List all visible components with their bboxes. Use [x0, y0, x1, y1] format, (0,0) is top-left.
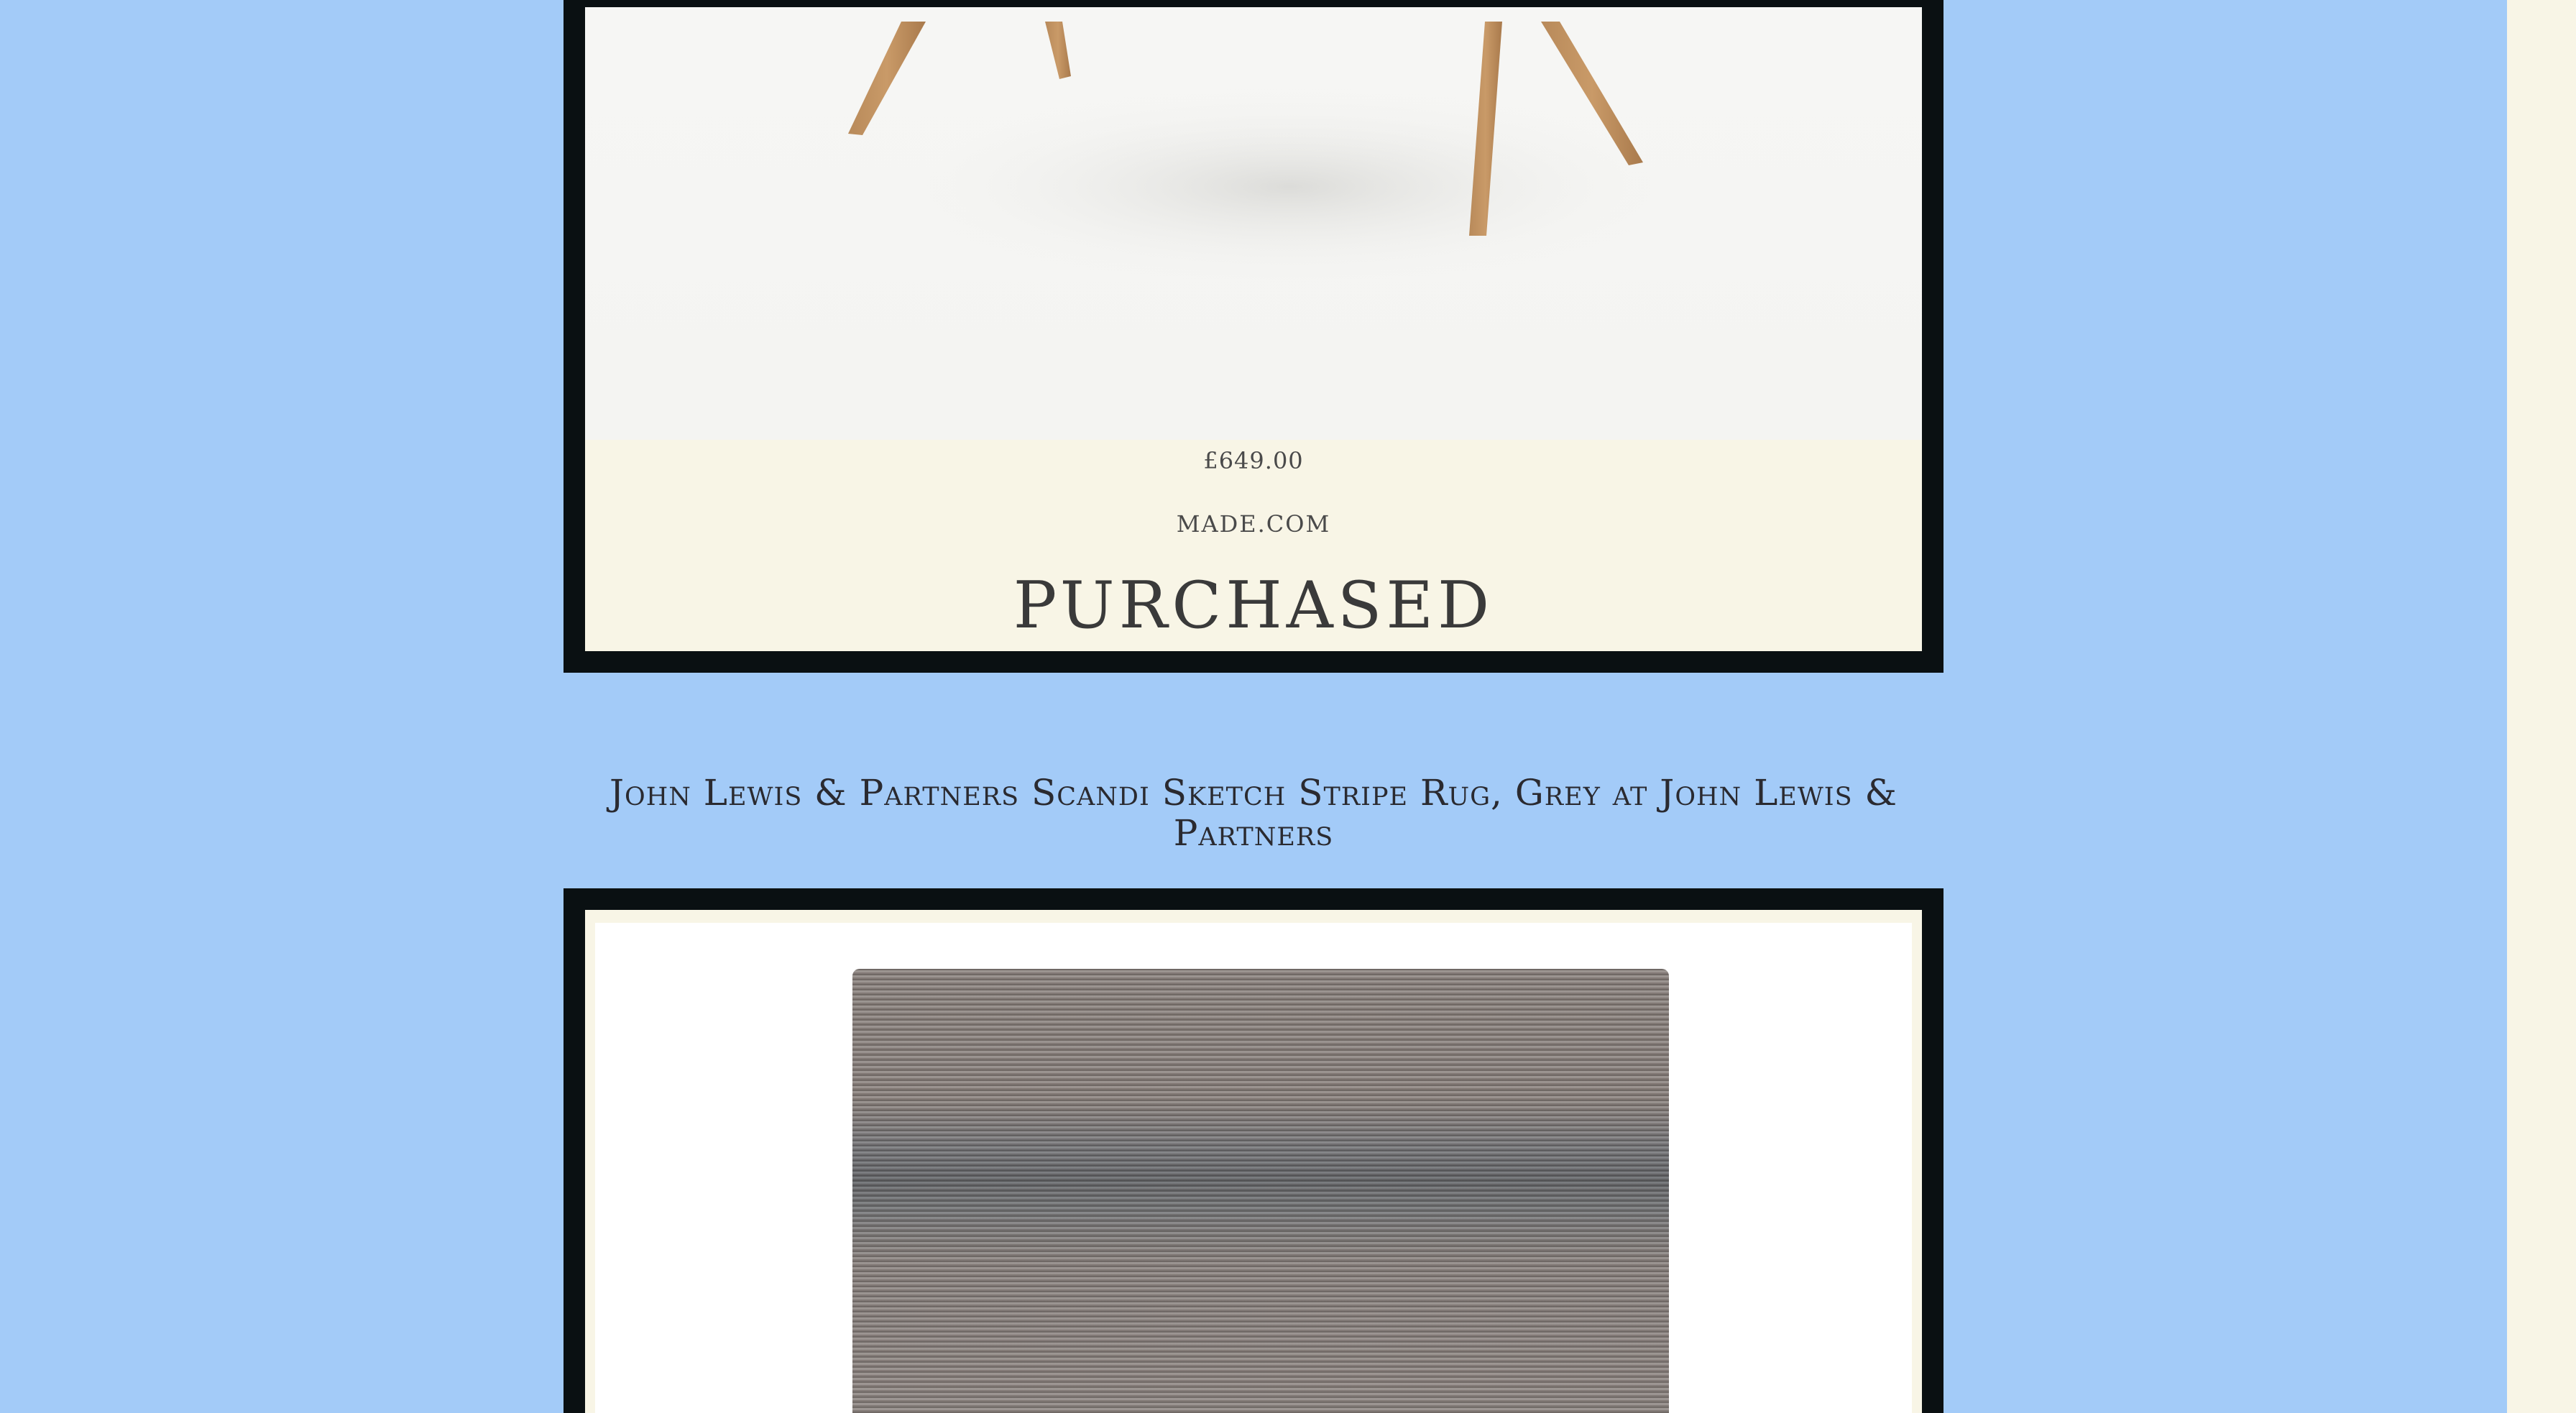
chair-product-image[interactable]: [585, 7, 1922, 440]
chair-legs-illustration: [848, 22, 1692, 287]
wishlist-page: £649.00 MADE.COM PURCHASED John Lewis & …: [0, 0, 2576, 1413]
item-store[interactable]: MADE.COM: [585, 510, 1922, 538]
product-card-rug[interactable]: [564, 888, 1944, 1413]
product-card-chair[interactable]: £649.00 MADE.COM PURCHASED: [564, 0, 1944, 673]
purchased-status: PURCHASED: [1013, 568, 1494, 643]
item-title[interactable]: John Lewis & Partners Scandi Sketch Stri…: [575, 773, 1932, 853]
rug-product-image[interactable]: [595, 923, 1912, 1413]
item-price: £649.00: [1203, 447, 1304, 474]
product-card-panel: £649.00 MADE.COM PURCHASED: [585, 7, 1922, 651]
product-card-panel: [585, 910, 1922, 1413]
right-gutter: [2507, 0, 2576, 1413]
rug-illustration: [852, 969, 1669, 1413]
